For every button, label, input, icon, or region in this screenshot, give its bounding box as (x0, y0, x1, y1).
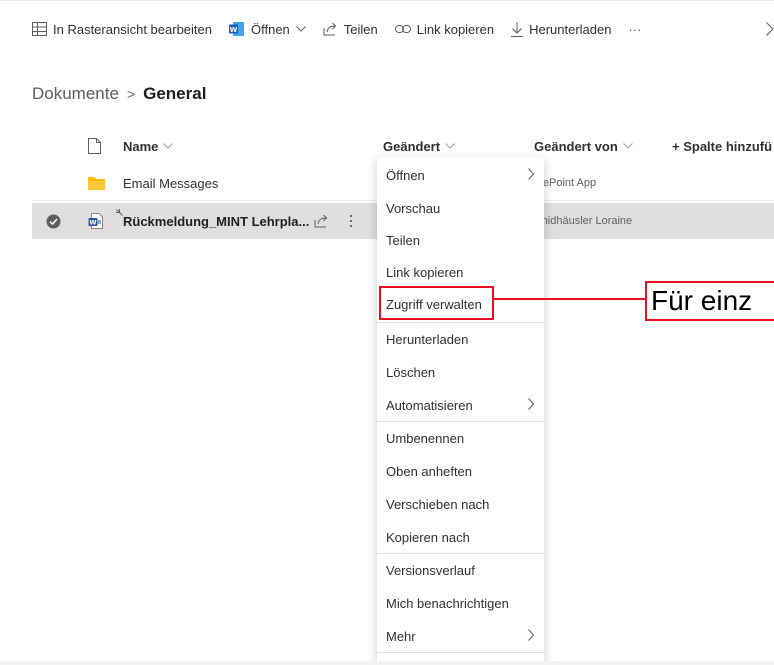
breadcrumb-documents[interactable]: Dokumente (32, 84, 119, 104)
menu-item-label: Verschieben nach (386, 496, 490, 512)
more-vertical-icon[interactable] (349, 203, 353, 239)
row-name[interactable]: Email Messages (123, 165, 218, 201)
breadcrumb-separator: > (126, 86, 136, 102)
menu-item-label: Teilen (386, 232, 420, 248)
download-icon (511, 21, 524, 37)
menu-divider (377, 652, 544, 653)
chevron-right-icon[interactable] (766, 22, 774, 39)
column-name[interactable]: Name (123, 128, 174, 164)
column-modified-by[interactable]: Geändert von (534, 128, 633, 164)
breadcrumb-current: General (143, 84, 207, 103)
menu-item-share[interactable]: Teilen (377, 224, 544, 256)
row-modified-by: chmidhäusler Loraine (527, 215, 633, 227)
context-menu: Öffnen Vorschau Teilen Link kopieren Zug… (377, 157, 544, 665)
menu-item-version-history[interactable]: Versionsverlauf (377, 554, 544, 586)
callout-label: Für einz (645, 281, 774, 321)
link-icon (394, 24, 411, 34)
copy-link-label: Link kopieren (416, 21, 495, 37)
menu-item-preview[interactable]: Vorschau (377, 192, 544, 224)
menu-item-label: Kopieren nach (386, 529, 470, 545)
menu-item-pin-top[interactable]: Oben anheften (377, 455, 544, 487)
file-type-icon[interactable] (88, 128, 101, 164)
menu-item-automate[interactable]: Automatisieren (377, 389, 544, 421)
menu-item-delete[interactable]: Löschen (377, 356, 544, 388)
menu-item-download[interactable]: Herunterladen (377, 323, 544, 355)
menu-item-label: Link kopieren (386, 264, 464, 280)
share-button[interactable]: Teilen (323, 22, 378, 37)
new-item-icon (116, 205, 123, 219)
share-label: Teilen (343, 21, 378, 37)
checkmark-icon[interactable] (46, 203, 61, 239)
share-icon (323, 22, 338, 36)
menu-item-move-to[interactable]: Verschieben nach (377, 488, 544, 520)
column-name-label: Name (123, 138, 159, 154)
menu-item-open[interactable]: Öffnen (377, 159, 544, 191)
column-modified-label: Geändert (383, 138, 441, 154)
bottom-edge (0, 661, 774, 665)
menu-item-label: Vorschau (386, 200, 441, 216)
chevron-down-icon (622, 143, 633, 149)
menu-item-copy-to[interactable]: Kopieren nach (377, 521, 544, 553)
add-column-button[interactable]: + Spalte hinzufü (672, 128, 772, 164)
menu-item-label: Mich benachrichtigen (386, 595, 509, 611)
chevron-right-icon (528, 629, 535, 644)
chevron-down-icon (295, 26, 306, 32)
menu-item-label: Herunterladen (386, 331, 469, 347)
open-label: Öffnen (250, 21, 290, 37)
column-modified-by-label: Geändert von (534, 138, 618, 154)
row-name[interactable]: Rückmeldung_MINT Lehrpla... (123, 203, 313, 239)
menu-item-rename[interactable]: Umbenennen (377, 422, 544, 454)
callout-connector (494, 298, 646, 300)
menu-item-copy-link[interactable]: Link kopieren (377, 256, 544, 288)
menu-item-label: Öffnen (386, 167, 425, 183)
folder-icon (88, 165, 105, 201)
grid-icon (32, 22, 47, 36)
grid-edit-label: In Rasteransicht bearbeiten (53, 21, 212, 37)
more-actions-button[interactable]: ··· (628, 22, 641, 37)
highlight-box (379, 286, 494, 320)
chevron-down-icon (163, 143, 174, 149)
menu-item-label: Versionsverlauf (386, 562, 475, 578)
menu-item-more[interactable]: Mehr (377, 620, 544, 652)
download-button[interactable]: Herunterladen (511, 21, 612, 37)
menu-item-label: Löschen (386, 364, 436, 380)
copy-link-button[interactable]: Link kopieren (394, 21, 495, 37)
breadcrumb: Dokumente > General (32, 84, 206, 104)
svg-text:W: W (89, 219, 96, 227)
more-actions-label: ··· (628, 21, 642, 37)
chevron-right-icon (528, 168, 535, 183)
word-doc-icon: W (88, 203, 104, 239)
add-column-label: + Spalte hinzufü (672, 138, 773, 154)
download-label: Herunterladen (529, 21, 612, 37)
menu-item-label: Oben anheften (386, 463, 473, 479)
svg-text:W: W (230, 26, 238, 34)
command-bar: In Rasteransicht bearbeiten W Öffnen Tei… (0, 0, 774, 58)
word-icon: W (228, 21, 245, 37)
row-modified-by: harePoint App (527, 177, 597, 189)
open-button[interactable]: W Öffnen (228, 21, 306, 37)
menu-item-label: Automatisieren (386, 397, 473, 413)
menu-item-alert-me[interactable]: Mich benachrichtigen (377, 587, 544, 619)
chevron-down-icon (445, 143, 455, 149)
share-icon[interactable] (314, 203, 329, 239)
menu-item-label: Mehr (386, 628, 416, 644)
chevron-right-icon (528, 398, 535, 413)
menu-item-label: Umbenennen (386, 430, 465, 446)
grid-edit-button[interactable]: In Rasteransicht bearbeiten (32, 22, 212, 37)
